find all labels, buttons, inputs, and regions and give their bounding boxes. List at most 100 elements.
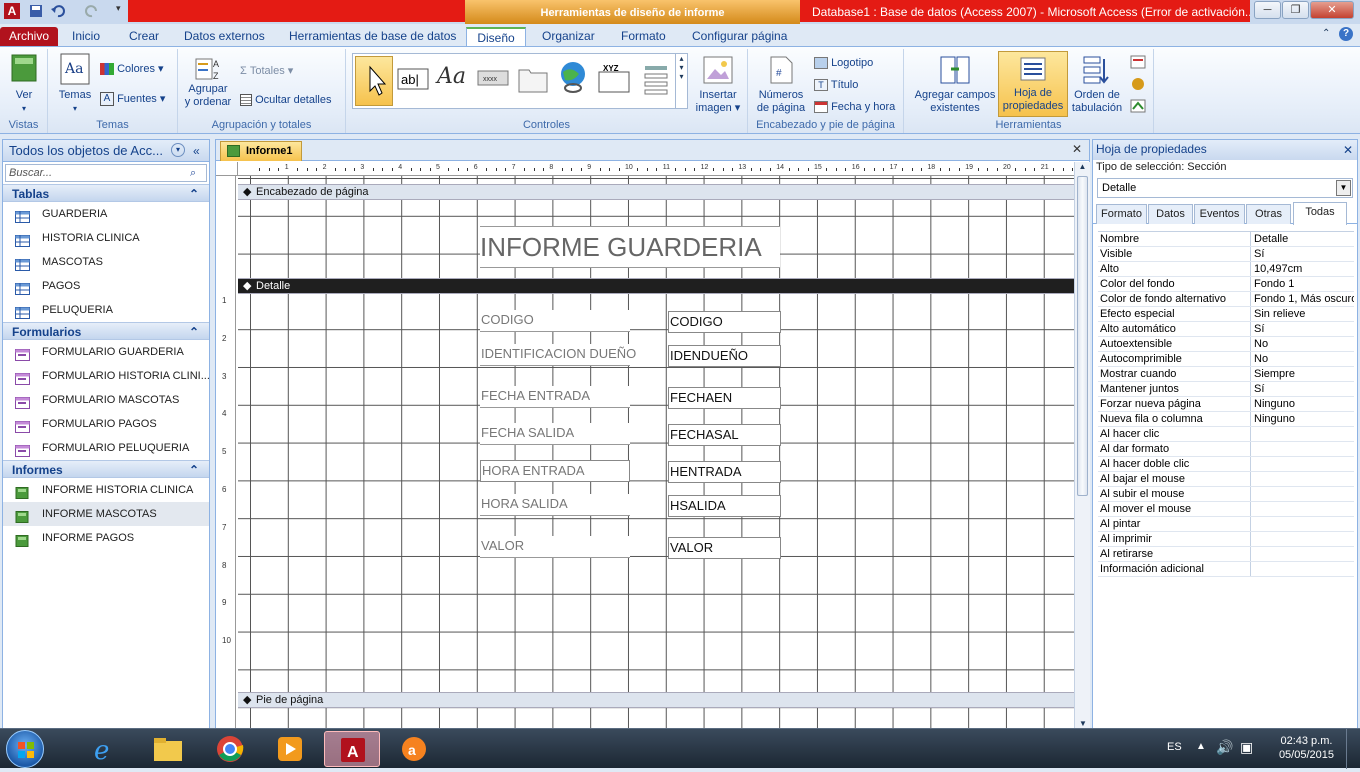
close-property-sheet-icon[interactable]: ✕: [1343, 141, 1353, 160]
avast-taskbar-icon[interactable]: a: [386, 731, 442, 767]
property-row[interactable]: Autocomprimible No: [1098, 352, 1354, 367]
nav-item[interactable]: FORMULARIO MASCOTAS: [3, 388, 209, 412]
property-row[interactable]: Forzar nueva página Ninguno: [1098, 397, 1354, 412]
subreport-icon[interactable]: [1130, 55, 1146, 69]
property-value[interactable]: [1251, 517, 1354, 531]
nav-item[interactable]: GUARDERIA: [3, 202, 209, 226]
nav-category-informes[interactable]: Informes ⌃: [3, 460, 209, 478]
page-header-bar[interactable]: ◆ Encabezado de página: [238, 184, 1074, 200]
nav-menu-icon[interactable]: ▾: [171, 143, 185, 157]
tab-crear[interactable]: Crear: [121, 27, 167, 47]
prop-tab-datos[interactable]: Datos: [1148, 204, 1193, 224]
property-row[interactable]: Al dar formato: [1098, 442, 1354, 457]
property-value[interactable]: Sí: [1251, 322, 1354, 336]
nav-item[interactable]: MASCOTAS: [3, 250, 209, 274]
maximize-button[interactable]: ❐: [1282, 1, 1309, 19]
collapse-nav-icon[interactable]: «: [193, 141, 200, 162]
logo-button[interactable]: Logotipo: [814, 57, 873, 70]
property-row[interactable]: Al subir el mouse: [1098, 487, 1354, 502]
property-value[interactable]: No: [1251, 337, 1354, 351]
property-value[interactable]: [1251, 562, 1354, 576]
save-icon[interactable]: [28, 3, 44, 19]
property-row[interactable]: Al bajar el mouse: [1098, 472, 1354, 487]
minimize-button[interactable]: ─: [1254, 1, 1281, 19]
nav-item[interactable]: INFORME HISTORIA CLINICA: [3, 478, 209, 502]
group-sort-button[interactable]: AZ Agrupar y ordenar: [182, 55, 234, 109]
field-label[interactable]: IDENTIFICACION DUEÑO: [480, 344, 636, 366]
field-textbox[interactable]: FECHASAL: [668, 424, 781, 446]
tab-inicio[interactable]: Inicio: [64, 27, 108, 47]
property-value[interactable]: Sí: [1251, 247, 1354, 261]
nav-item[interactable]: FORMULARIO HISTORIA CLINI...: [3, 364, 209, 388]
button-icon[interactable]: xxxx: [477, 68, 509, 88]
property-row[interactable]: Al hacer doble clic: [1098, 457, 1354, 472]
title-button[interactable]: T Título: [814, 79, 858, 92]
property-value[interactable]: Sí: [1251, 382, 1354, 396]
property-value[interactable]: Ninguno: [1251, 412, 1354, 426]
property-sheet-button[interactable]: Hoja de propiedades: [998, 51, 1068, 117]
hyperlink-icon[interactable]: [557, 60, 591, 96]
property-value[interactable]: Sin relieve: [1251, 307, 1354, 321]
property-row[interactable]: Nombre Detalle: [1098, 232, 1354, 247]
show-desktop-button[interactable]: [1346, 729, 1360, 769]
label-icon[interactable]: Aa: [437, 64, 469, 94]
nav-item[interactable]: INFORME PAGOS: [3, 526, 209, 550]
nav-item[interactable]: PAGOS: [3, 274, 209, 298]
access-taskbar-icon[interactable]: A: [324, 731, 380, 767]
dropdown-arrow-icon[interactable]: ▼: [1336, 180, 1351, 196]
nav-item[interactable]: FORMULARIO PELUQUERIA: [3, 436, 209, 460]
insert-image-button[interactable]: Insertar imagen ▾: [690, 55, 746, 115]
close-button[interactable]: ✕: [1310, 1, 1354, 19]
help-icon[interactable]: ?: [1339, 27, 1353, 41]
page-footer-bar[interactable]: ◆ Pie de página: [238, 692, 1074, 708]
ie-taskbar-icon[interactable]: e: [78, 731, 134, 767]
property-value[interactable]: [1251, 502, 1354, 516]
property-value[interactable]: Fondo 1: [1251, 277, 1354, 291]
field-label[interactable]: HORA ENTRADA: [480, 460, 630, 482]
access-logo-icon[interactable]: A: [4, 3, 20, 19]
property-value[interactable]: [1251, 442, 1354, 456]
field-label[interactable]: FECHA SALIDA: [480, 423, 630, 445]
themes-button[interactable]: Aa Temas ▾: [56, 53, 94, 115]
prop-tab-otras[interactable]: Otras: [1246, 204, 1291, 224]
add-existing-fields-button[interactable]: Agregar campos existentes: [908, 55, 1002, 115]
navigation-control-icon[interactable]: [641, 64, 671, 96]
prop-tab-todas[interactable]: Todas: [1293, 202, 1347, 225]
tab-formato[interactable]: Formato: [613, 27, 674, 47]
field-textbox[interactable]: HSALIDA: [668, 495, 781, 517]
field-textbox[interactable]: CODIGO: [668, 311, 781, 333]
property-row[interactable]: Efecto especial Sin relieve: [1098, 307, 1354, 322]
undo-icon[interactable]: [50, 3, 66, 19]
start-button[interactable]: [6, 730, 44, 768]
document-tab-informe1[interactable]: Informe1: [220, 141, 302, 161]
tab-diseno[interactable]: Diseño: [466, 27, 526, 47]
field-label[interactable]: CODIGO: [480, 310, 630, 332]
tab-order-button[interactable]: Orden de tabulación: [1068, 55, 1126, 115]
prop-tab-eventos[interactable]: Eventos: [1194, 204, 1245, 224]
report-title-label[interactable]: INFORME GUARDERIA: [480, 226, 780, 268]
property-value[interactable]: [1251, 487, 1354, 501]
property-row[interactable]: Color del fondo Fondo 1: [1098, 277, 1354, 292]
property-value[interactable]: Ninguno: [1251, 397, 1354, 411]
scroll-up-arrow[interactable]: ▲: [1075, 162, 1090, 171]
nav-category-tablas[interactable]: Tablas ⌃: [3, 184, 209, 202]
scroll-down-arrow[interactable]: ▼: [1075, 719, 1091, 728]
fonts-button[interactable]: A Fuentes ▾: [100, 92, 165, 106]
select-pointer-icon[interactable]: [355, 56, 393, 106]
detail-bar[interactable]: ◆ Detalle: [238, 278, 1074, 294]
show-hidden-icons[interactable]: ▲: [1196, 741, 1206, 752]
date-time-button[interactable]: Fecha y hora: [814, 101, 895, 114]
property-row[interactable]: Mostrar cuando Siempre: [1098, 367, 1354, 382]
minimize-ribbon-icon[interactable]: ⌃: [1322, 28, 1334, 40]
clock[interactable]: 02:43 p.m. 05/05/2015: [1279, 734, 1334, 762]
ruler-corner[interactable]: [216, 162, 238, 176]
property-value[interactable]: [1251, 427, 1354, 441]
web-browser-icon[interactable]: XYZ: [597, 64, 631, 94]
vertical-ruler[interactable]: 1 2 3 4 5 6 7 8 9 10: [216, 176, 236, 728]
view-button[interactable]: Ver ▾: [6, 53, 42, 115]
property-value[interactable]: [1251, 532, 1354, 546]
property-row[interactable]: Al retirarse: [1098, 547, 1354, 562]
property-value[interactable]: No: [1251, 352, 1354, 366]
totals-button[interactable]: Σ Totales ▾: [240, 65, 293, 78]
tab-control-icon[interactable]: [517, 64, 549, 94]
